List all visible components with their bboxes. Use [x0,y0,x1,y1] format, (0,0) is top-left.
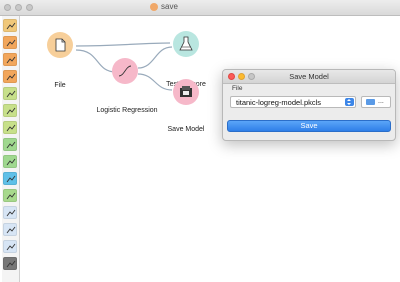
save-button[interactable]: Save [227,120,391,132]
workflow-canvas[interactable]: File Logistic Regression Test & Score [20,16,400,282]
bars-tool[interactable] [3,240,17,253]
folder-icon [366,99,375,105]
line-tool[interactable] [3,121,17,134]
distributions-tool[interactable] [3,36,17,49]
link-file-test [75,42,171,47]
arc-tool[interactable] [3,223,17,236]
window-title: save [150,2,178,11]
node-save-circle[interactable] [173,79,199,105]
file-select-value: titanic-logreg-model.pkcls [236,98,322,107]
dialog-title: Save Model [289,72,329,81]
curve-tool[interactable] [3,172,17,185]
save-model-icon [180,86,192,97]
dots-tool[interactable] [3,155,17,168]
browse-label: ... [378,98,384,105]
node-test-circle[interactable] [173,31,199,57]
link-file-logreg [75,49,117,73]
file-select[interactable]: titanic-logreg-model.pkcls [230,96,356,108]
node-save-label: Save Model [167,126,205,133]
node-logreg-label: Logistic Regression [96,107,158,114]
orange-app-icon [150,2,158,11]
file-label: File [232,85,243,92]
node-logreg-circle[interactable] [112,58,138,84]
browse-button[interactable]: ... [361,96,391,108]
node-file-circle[interactable] [47,32,73,58]
file-icon [55,38,66,52]
scatter-plus-tool[interactable] [3,189,17,202]
save-model-dialog: Save Model File titanic-logreg-model.pkc… [222,69,396,141]
hierarchy-tool[interactable] [3,53,17,66]
sigmoid-icon [118,65,132,77]
node-file-label: File [54,82,66,89]
dialog-titlebar: Save Model [223,70,395,84]
link-logreg-test [137,46,173,69]
document-tool[interactable] [3,257,17,270]
widget-toolbox [2,16,20,282]
image-tool[interactable] [3,104,17,117]
zoom-dot[interactable] [26,4,33,11]
cross-tool[interactable] [3,138,17,151]
flask-icon [179,36,193,51]
graduation-tool[interactable] [3,206,17,219]
data-table-tool[interactable] [3,19,17,32]
workflow-links [75,42,173,91]
minimize-dot[interactable] [15,4,22,11]
chevron-updown-icon[interactable] [345,98,354,106]
close-dot[interactable] [4,4,11,11]
window-titlebar: save [0,0,400,16]
